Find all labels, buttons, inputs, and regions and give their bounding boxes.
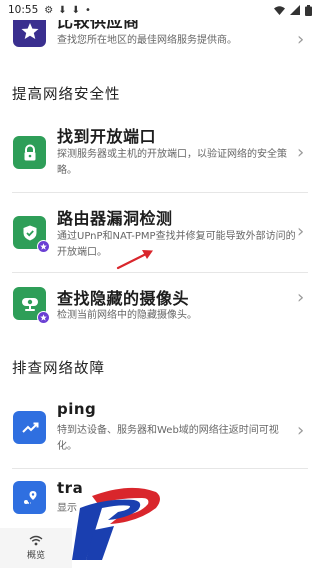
trend-icon-tile bbox=[13, 411, 46, 444]
route-icon bbox=[23, 490, 36, 504]
screen: 10:55 ⚙ ⬇ ⬇ • 比较供应商 查找您所在地区的最佳网络服务提供商。 ›… bbox=[0, 0, 320, 568]
watermark-logo-icon bbox=[72, 487, 160, 560]
premium-badge-icon bbox=[37, 311, 50, 324]
row-desc: 通过UPnP和NAT-PMP查找并修复可能导致外部访问的开放端口。 bbox=[57, 231, 296, 258]
row-title: 查找隐藏的摄像头 bbox=[57, 289, 190, 308]
section-header-security: 提高网络安全性 bbox=[12, 87, 121, 103]
bottom-nav-overview[interactable]: 概览 bbox=[0, 528, 72, 568]
dot-status-icon: • bbox=[85, 4, 91, 16]
list-item-hidden-camera[interactable]: 查找隐藏的摄像头 检测当前网络中的隐藏摄像头。 › bbox=[0, 273, 320, 333]
route-icon-tile bbox=[13, 481, 46, 514]
section-header-troubleshoot: 排查网络故障 bbox=[12, 361, 105, 377]
settings-status-icon: ⚙ bbox=[44, 4, 54, 16]
wifi-icon bbox=[29, 535, 43, 546]
trend-icon bbox=[21, 422, 38, 433]
chevron-right-icon: › bbox=[297, 142, 305, 163]
camera-icon bbox=[21, 297, 38, 311]
nav-label-overview: 概览 bbox=[26, 551, 45, 561]
camera-icon-tile bbox=[13, 287, 50, 324]
list-item-ping[interactable]: ping 特到达设备、服务器和Web域的网络往返时间可视化。 › bbox=[0, 392, 320, 468]
shield-icon-tile bbox=[13, 216, 50, 253]
row-title: 路由器漏洞检测 bbox=[57, 209, 173, 228]
row-desc: 探测服务器或主机的开放端口，以验证网络的安全策略。 bbox=[57, 149, 287, 176]
row-title: ping bbox=[57, 400, 97, 418]
row-desc: 特到达设备、服务器和Web域的网络往返时间可视化。 bbox=[57, 425, 279, 452]
status-time: 10:55 bbox=[8, 4, 39, 16]
row-title: 找到开放端口 bbox=[57, 127, 157, 146]
signal-status-icon bbox=[290, 5, 300, 15]
download-status-icon-2: ⬇ bbox=[71, 4, 81, 16]
battery-status-icon bbox=[305, 4, 312, 16]
chevron-right-icon: › bbox=[297, 287, 305, 308]
star-icon bbox=[21, 22, 38, 39]
premium-badge-icon bbox=[37, 240, 50, 253]
status-bar: 10:55 ⚙ ⬇ ⬇ • bbox=[0, 0, 320, 20]
chevron-right-icon: › bbox=[297, 420, 305, 441]
chevron-right-icon: › bbox=[297, 221, 305, 242]
annotation-arrow-icon bbox=[116, 250, 153, 270]
wifi-status-icon bbox=[274, 5, 285, 15]
chevron-right-icon: › bbox=[297, 29, 305, 50]
lock-icon bbox=[24, 144, 35, 160]
shield-icon bbox=[23, 225, 36, 240]
row-desc: 查找您所在地区的最佳网络服务提供商。 bbox=[57, 35, 237, 46]
list-item-open-ports[interactable]: 找到开放端口 探测服务器或主机的开放端口，以验证网络的安全策略。 › bbox=[0, 110, 320, 192]
download-status-icon: ⬇ bbox=[58, 4, 67, 16]
row-desc: 检测当前网络中的隐藏摄像头。 bbox=[57, 310, 197, 321]
divider bbox=[12, 468, 308, 469]
lock-icon-tile bbox=[13, 136, 46, 169]
